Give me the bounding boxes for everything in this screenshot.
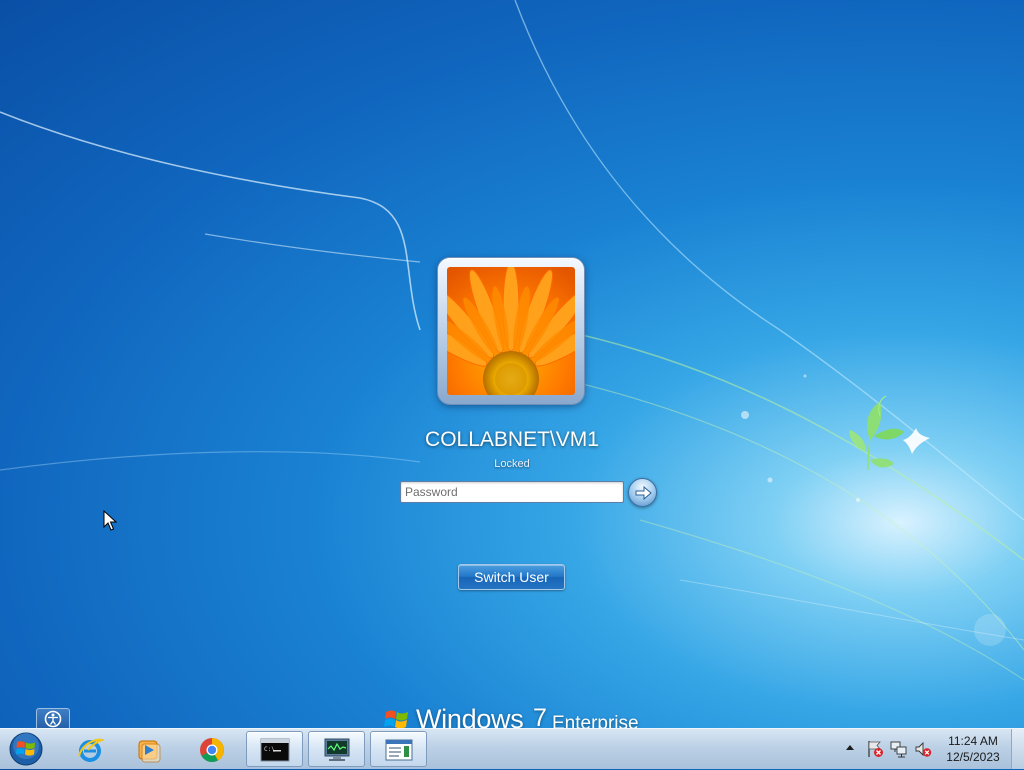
taskbar: C:\ 11:24 AM 12/5/2023 — [0, 728, 1024, 769]
submit-arrow-button[interactable] — [628, 478, 657, 507]
taskbar-notepad[interactable] — [370, 731, 427, 767]
notepad-icon — [385, 739, 413, 761]
brand-windows: Windows — [416, 704, 524, 730]
windows-start-orb-icon — [9, 732, 43, 766]
clock-time: 11:24 AM — [948, 734, 998, 748]
user-tile — [438, 258, 584, 404]
windows-logo-icon — [384, 710, 408, 729]
taskbar-media-player[interactable] — [123, 731, 175, 767]
show-desktop-button[interactable] — [1011, 729, 1024, 769]
user-picture — [447, 267, 575, 395]
tray-volume[interactable] — [914, 740, 932, 758]
taskbar-chrome[interactable] — [186, 731, 238, 767]
ie-icon — [78, 738, 104, 762]
chrome-icon — [200, 738, 224, 763]
clock-date: 12/5/2023 — [946, 750, 1000, 764]
mouse-cursor-icon — [103, 510, 117, 531]
taskbar-network-monitor[interactable] — [308, 731, 365, 767]
svg-text:C:\: C:\ — [264, 746, 275, 753]
brand-version: 7 — [533, 704, 547, 730]
network-icon — [890, 741, 907, 758]
chevron-up-icon — [846, 745, 854, 750]
media-player-icon — [138, 740, 161, 763]
windows-branding: Windows 7 Enterprise — [384, 704, 644, 730]
action-center-icon — [868, 741, 883, 757]
show-hidden-icons-button[interactable] — [842, 737, 858, 759]
ease-of-access-icon — [44, 710, 62, 728]
user-name: COLLABNET\VM1 — [425, 428, 599, 451]
volume-muted-icon — [915, 741, 932, 757]
tray-action-center[interactable] — [866, 740, 884, 758]
cmd-icon: C:\ — [260, 738, 290, 762]
system-clock[interactable]: 11:24 AM 12/5/2023 — [940, 733, 1006, 765]
monitor-icon — [324, 738, 350, 761]
ease-of-access-button[interactable] — [36, 708, 70, 730]
tray-network[interactable] — [890, 740, 908, 758]
switch-user-button[interactable]: Switch User — [458, 564, 565, 590]
taskbar-command-prompt[interactable]: C:\ — [246, 731, 303, 767]
login-panel: COLLABNET\VM1 Locked Switch User — [0, 0, 1024, 728]
password-input[interactable] — [400, 481, 624, 503]
user-status: Locked — [494, 458, 530, 470]
taskbar-internet-explorer[interactable] — [64, 731, 116, 767]
start-button[interactable] — [6, 731, 46, 767]
arrow-right-icon — [635, 485, 652, 501]
